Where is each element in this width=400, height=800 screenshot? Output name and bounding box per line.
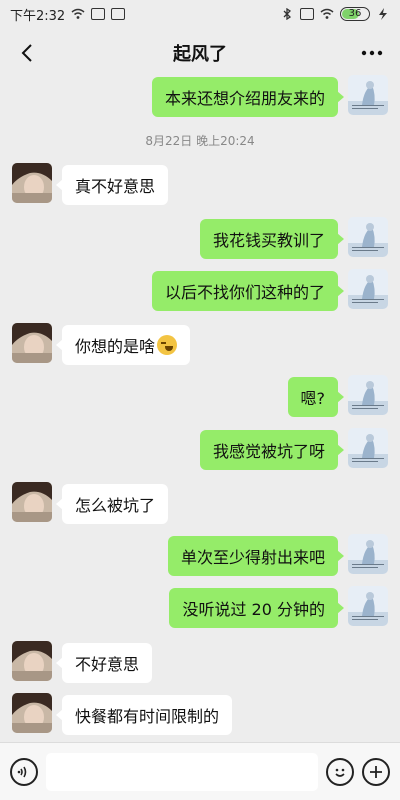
my-avatar[interactable] <box>348 375 388 415</box>
voice-button[interactable] <box>10 757 38 786</box>
wifi-signal-icon <box>320 8 334 19</box>
message-bubble[interactable]: 以后不找你们这种的了 <box>151 271 345 311</box>
message-bubble[interactable]: 没听说过 20 分钟的 <box>169 588 344 628</box>
message-row: 本来还想介绍朋友来的 <box>0 75 400 121</box>
message-text: 本来还想介绍朋友来的 <box>164 89 325 108</box>
message-text: 我花钱买教训了 <box>212 231 325 250</box>
message-bubble[interactable]: 真不好意思 <box>55 165 169 205</box>
message-bubble[interactable]: 快餐都有时间限制的 <box>55 695 233 735</box>
message-row: 单次至少得射出来吧 <box>0 534 400 580</box>
message-text: 我感觉被坑了呀 <box>212 442 325 461</box>
plus-button[interactable] <box>362 757 390 786</box>
message-text: 以后不找你们这种的了 <box>164 283 325 302</box>
contact-avatar[interactable] <box>12 482 52 522</box>
message-row: 以后不找你们这种的了 <box>0 269 400 315</box>
message-text: 你想的是啥 <box>75 337 156 356</box>
contact-avatar[interactable] <box>12 641 52 681</box>
battery-indicator: 36 <box>340 7 370 21</box>
message-row: 没听说过 20 分钟的 <box>0 586 400 632</box>
my-avatar[interactable] <box>348 428 388 468</box>
message-text: 嗯? <box>300 389 326 408</box>
message-row: 嗯? <box>0 375 400 421</box>
message-bubble[interactable]: 嗯? <box>287 377 344 417</box>
message-row: 不好意思 <box>0 641 400 687</box>
message-bubble[interactable]: 怎么被坑了 <box>55 484 169 524</box>
message-timestamp: 8月22日 晚上20:24 <box>145 134 255 148</box>
message-row: 我感觉被坑了呀 <box>0 428 400 474</box>
message-text: 快餐都有时间限制的 <box>75 707 220 726</box>
chat-title: 起风了 <box>173 44 227 65</box>
my-avatar[interactable] <box>348 269 388 309</box>
message-bubble[interactable]: 单次至少得射出来吧 <box>167 536 345 576</box>
message-input[interactable] <box>46 752 318 791</box>
message-bubble[interactable]: 我感觉被坑了呀 <box>199 430 345 470</box>
more-icon <box>361 50 383 56</box>
plus-icon <box>370 765 382 778</box>
back-button[interactable] <box>14 39 42 67</box>
laugh-cry-emoji-icon <box>157 335 178 355</box>
message-row: 怎么被坑了 <box>0 482 400 528</box>
message-bubble[interactable]: 不好意思 <box>55 643 153 683</box>
emoji-icon <box>335 768 345 777</box>
message-text: 怎么被坑了 <box>75 496 156 515</box>
message-bubble[interactable]: 本来还想介绍朋友来的 <box>151 77 345 117</box>
message-text: 没听说过 20 分钟的 <box>182 600 325 619</box>
chat-messages[interactable]: 本来还想介绍朋友来的 8月22日 晚上20:24 真不好意思 我花钱买教训了 以… <box>0 70 400 742</box>
message-row: 真不好意思 <box>0 163 400 209</box>
status-time: 下午2:32 <box>10 8 66 24</box>
message-text: 不好意思 <box>75 655 140 674</box>
more-button[interactable] <box>358 39 386 67</box>
message-text: 单次至少得射出来吧 <box>180 548 325 567</box>
message-row: 我花钱买教训了 <box>0 217 400 263</box>
bluetooth-icon <box>283 8 292 20</box>
emoji-button[interactable] <box>326 757 354 786</box>
voice-icon <box>17 766 27 777</box>
chevron-left-icon <box>21 44 32 62</box>
message-bubble[interactable]: 你想的是啥 <box>55 325 191 365</box>
wifi-icon <box>71 8 85 19</box>
contact-avatar[interactable] <box>12 693 52 733</box>
my-avatar[interactable] <box>348 217 388 257</box>
status-bar: 下午2:32 36 <box>0 0 400 28</box>
bolt-icon <box>379 8 387 20</box>
message-text: 真不好意思 <box>75 177 156 196</box>
contact-avatar[interactable] <box>12 323 52 363</box>
notification-icon <box>111 8 126 20</box>
message-bubble[interactable]: 我花钱买教训了 <box>199 219 345 259</box>
my-avatar[interactable] <box>348 534 388 574</box>
contact-avatar[interactable] <box>12 163 52 203</box>
cloud-icon <box>91 8 106 20</box>
message-row: 你想的是啥 <box>0 323 400 369</box>
sim-off-icon <box>300 8 314 20</box>
message-input-bar <box>0 742 400 800</box>
my-avatar[interactable] <box>348 586 388 626</box>
my-avatar[interactable] <box>348 75 388 115</box>
message-row: 快餐都有时间限制的 <box>0 693 400 739</box>
